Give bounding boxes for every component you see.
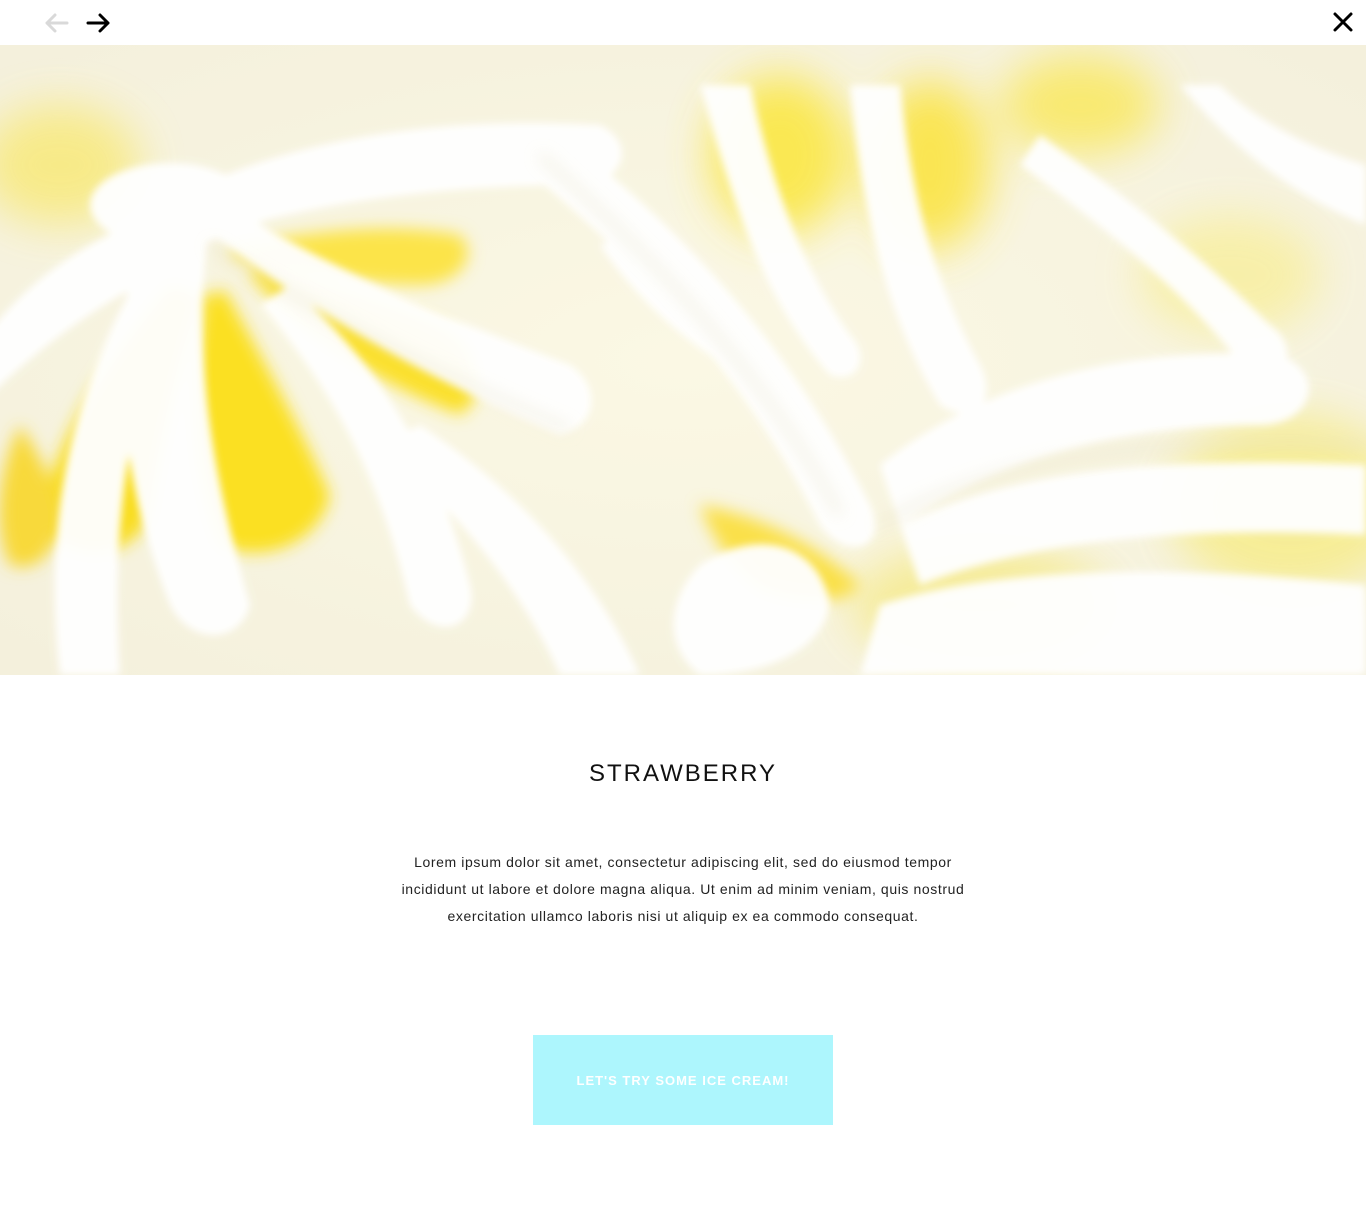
next-button[interactable] [84, 9, 114, 37]
hero-image [0, 45, 1366, 675]
previous-button[interactable] [41, 9, 71, 37]
product-detail: STRAWBERRY Lorem ipsum dolor sit amet, c… [0, 675, 1366, 1215]
top-bar [0, 0, 1366, 45]
arrow-left-icon [45, 13, 69, 33]
arrow-right-icon [86, 13, 110, 33]
ice-cream-photo [0, 45, 1366, 675]
product-description: Lorem ipsum dolor sit amet, consectetur … [401, 854, 965, 924]
product-title: STRAWBERRY [588, 760, 778, 787]
close-icon [1333, 12, 1353, 32]
close-button[interactable] [1330, 9, 1356, 35]
try-ice-cream-button[interactable]: LET'S TRY SOME ICE CREAM! [533, 1035, 833, 1125]
